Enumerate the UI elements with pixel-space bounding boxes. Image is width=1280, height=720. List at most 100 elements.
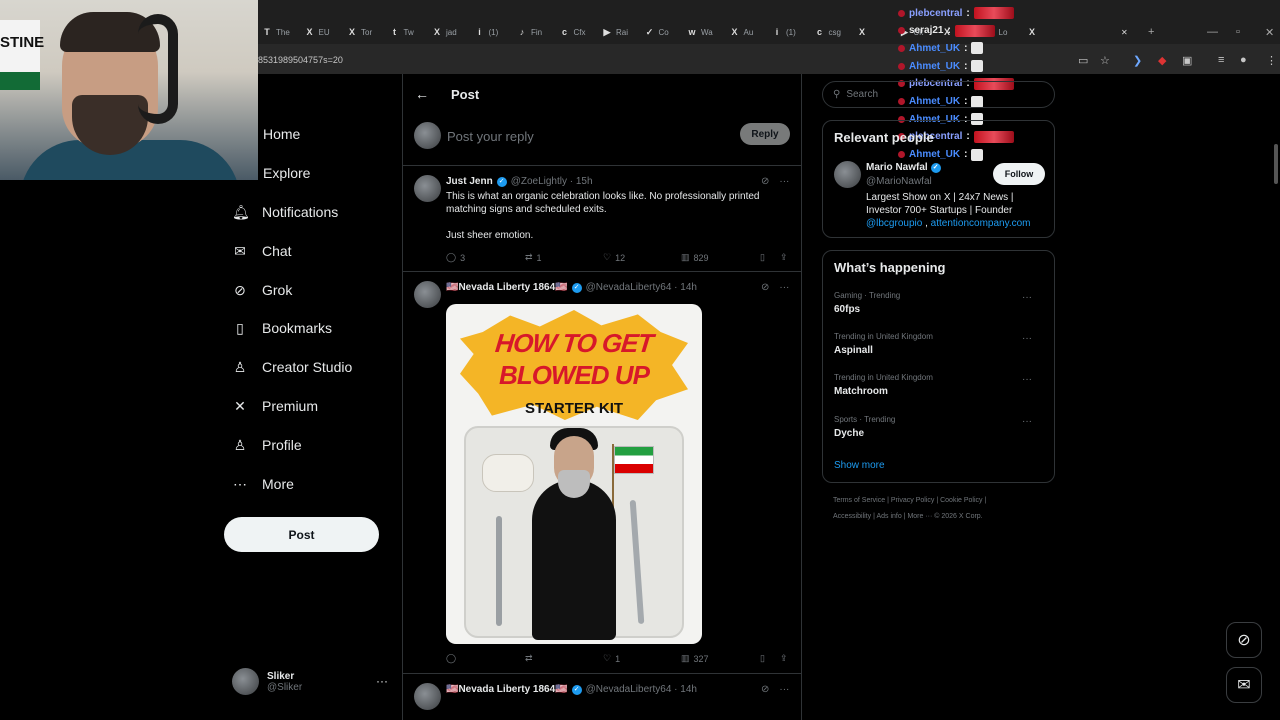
more-icon[interactable]: ··· [1022,333,1032,344]
extension-icon[interactable]: ◆ [1158,54,1166,67]
avatar[interactable] [414,281,441,308]
grok-icon[interactable]: ⊘ [761,282,769,293]
browser-tab[interactable]: X EU [305,24,329,40]
browser-tab[interactable]: ♪ Fin [517,24,542,40]
tweet-author-handle[interactable]: @ZoeLightly · 15h [511,176,593,187]
tweet[interactable]: 🇺🇸Nevada Liberty 1864🇺🇸 ✓ @NevadaLiberty… [403,674,801,720]
bookmark-action[interactable]: ▯ [760,252,765,263]
tweet-media-image[interactable]: HOW TO GET BLOWED UP STARTER KIT [446,304,702,644]
search-input[interactable] [846,89,1027,100]
tweet-author-handle[interactable]: @NevadaLiberty64 · 14h [586,282,697,293]
reply-button[interactable]: Reply [740,123,790,145]
nav-item-home[interactable]: Home [263,126,300,142]
nav-item-notifications[interactable]: 🔔︎ Notifications [232,204,338,220]
trend-item[interactable]: Sports · Trending Dyche [834,415,1044,439]
like-action[interactable]: ♡ 12 [603,252,625,263]
person-handle[interactable]: @MarioNawfal [866,176,932,187]
restore-icon[interactable]: ▫ [1236,26,1240,38]
views-action[interactable]: ▥ 327 [681,653,709,664]
tweet[interactable]: Just Jenn ✓ @ZoeLightly · 15h ⊘ ··· This… [403,166,801,272]
nav-item-grok[interactable]: ⊘ Grok [232,282,292,298]
tweet-author-name[interactable]: 🇺🇸Nevada Liberty 1864🇺🇸 [446,282,568,293]
profile-icon[interactable]: ● [1240,54,1247,66]
more-icon[interactable]: ··· [779,282,789,293]
avatar[interactable] [414,683,441,710]
messages-float-button[interactable]: ✉ [1226,667,1262,703]
back-arrow-icon[interactable]: ← [415,86,429,102]
nav-item-profile[interactable]: ♙ Profile [232,437,302,453]
post-button[interactable]: Post [224,517,379,552]
avatar[interactable] [834,161,861,188]
grok-icon[interactable]: ⊘ [761,684,769,695]
browser-tab[interactable]: t Tw [390,24,414,40]
grok-float-button[interactable]: ⊘ [1226,622,1262,658]
browser-tab[interactable]: X Tor [347,24,372,40]
browser-tab[interactable]: X Au [730,24,753,40]
tweet[interactable]: 🇺🇸Nevada Liberty 1864🇺🇸 ✓ @NevadaLiberty… [403,272,801,674]
close-window-icon[interactable]: ✕ [1265,26,1274,39]
account-switcher[interactable]: Sliker @Sliker [232,668,302,695]
extension-icon[interactable]: ❯ [1133,54,1142,67]
minimize-icon[interactable]: — [1207,26,1218,38]
grok-icon[interactable]: ⊘ [761,176,769,187]
share-action[interactable]: ⇪ [780,653,788,664]
show-more-link[interactable]: Show more [834,460,885,471]
bookmark-action[interactable]: ▯ [760,653,765,664]
tweet-author-name[interactable]: Just Jenn [446,176,493,187]
views-action[interactable]: ▥ 829 [681,252,709,263]
more-icon[interactable]: ··· [779,176,789,187]
star-icon[interactable]: ☆ [1100,54,1110,67]
browser-tab[interactable]: X [1027,24,1041,40]
nav-item-explore[interactable]: Explore [263,165,310,181]
footer-links-line2[interactable]: Accessibility | Ads info | More ··· © 20… [833,509,1053,525]
tweet-author-name[interactable]: 🇺🇸Nevada Liberty 1864🇺🇸 [446,684,568,695]
person-name[interactable]: Mario Nawfal ✓ [866,162,941,173]
like-action[interactable]: ♡ 1 [603,653,620,664]
more-icon[interactable]: ··· [779,684,789,695]
trend-item[interactable]: Trending in United Kingdom Aspinall [834,332,1044,356]
nav-item-premium[interactable]: ✕ Premium [232,398,318,414]
menu-icon[interactable]: ⋮ [1266,54,1277,67]
close-tab-icon[interactable]: ✕ [1121,24,1128,40]
browser-tab[interactable]: ✓ Co [645,24,669,40]
browser-tab[interactable]: w Wa [687,24,712,40]
avatar[interactable] [414,175,441,202]
page-title: Post [451,87,480,102]
reply-action[interactable]: ◯ [446,653,460,664]
nav-item-bookmarks[interactable]: ▯ Bookmarks [232,320,332,336]
more-icon[interactable]: ··· [1022,416,1032,427]
nav-item-chat[interactable]: ✉ Chat [232,243,291,259]
cast-icon[interactable]: ▭ [1078,54,1088,67]
reply-action[interactable]: ◯ 3 [446,252,465,263]
repost-action[interactable]: ⇄ [525,653,537,664]
url-text[interactable]: 8531989504757s=20 [258,55,343,65]
more-icon[interactable]: ··· [1022,292,1032,303]
nav-item-more[interactable]: ⋯ More [232,476,294,492]
tweet-author-handle[interactable]: @NevadaLiberty64 · 14h [586,684,697,695]
follow-button[interactable]: Follow [993,163,1045,185]
browser-tab[interactable]: c Cfx [560,24,586,40]
browser-tab[interactable]: Xjad [432,24,457,40]
bio-link[interactable]: @lbcgroupio [866,218,922,229]
footer-links-line1[interactable]: Terms of Service | Privacy Policy | Cook… [833,493,1053,509]
more-icon[interactable]: ··· [376,674,388,688]
new-tab-icon[interactable]: + [1148,26,1154,38]
scrollbar[interactable] [1274,144,1278,184]
bio-link[interactable]: attentioncompany.com [931,218,1031,229]
puzzle-icon[interactable]: ▣ [1182,54,1192,67]
browser-tab[interactable]: X [857,24,871,40]
trend-item[interactable]: Trending in United Kingdom Matchroom [834,373,1044,397]
share-action[interactable]: ⇪ [780,252,788,263]
browser-tab[interactable]: ▶ Rai [602,24,628,40]
more-icon[interactable]: ··· [1022,374,1032,385]
browser-tab[interactable]: i (1) [475,24,498,40]
browser-tab[interactable]: c csg [815,24,841,40]
browser-tab[interactable]: i (1) [772,24,796,40]
search-box[interactable]: ⚲ [822,81,1055,108]
repost-action[interactable]: ⇄ 1 [525,252,542,263]
media-icon[interactable]: ≡ [1218,54,1224,66]
trend-item[interactable]: Gaming · Trending 60fps [834,291,1044,315]
browser-tab[interactable]: T The [262,24,290,40]
nav-item-creator-studio[interactable]: ♙ Creator Studio [232,359,353,375]
reply-input[interactable] [447,126,727,146]
